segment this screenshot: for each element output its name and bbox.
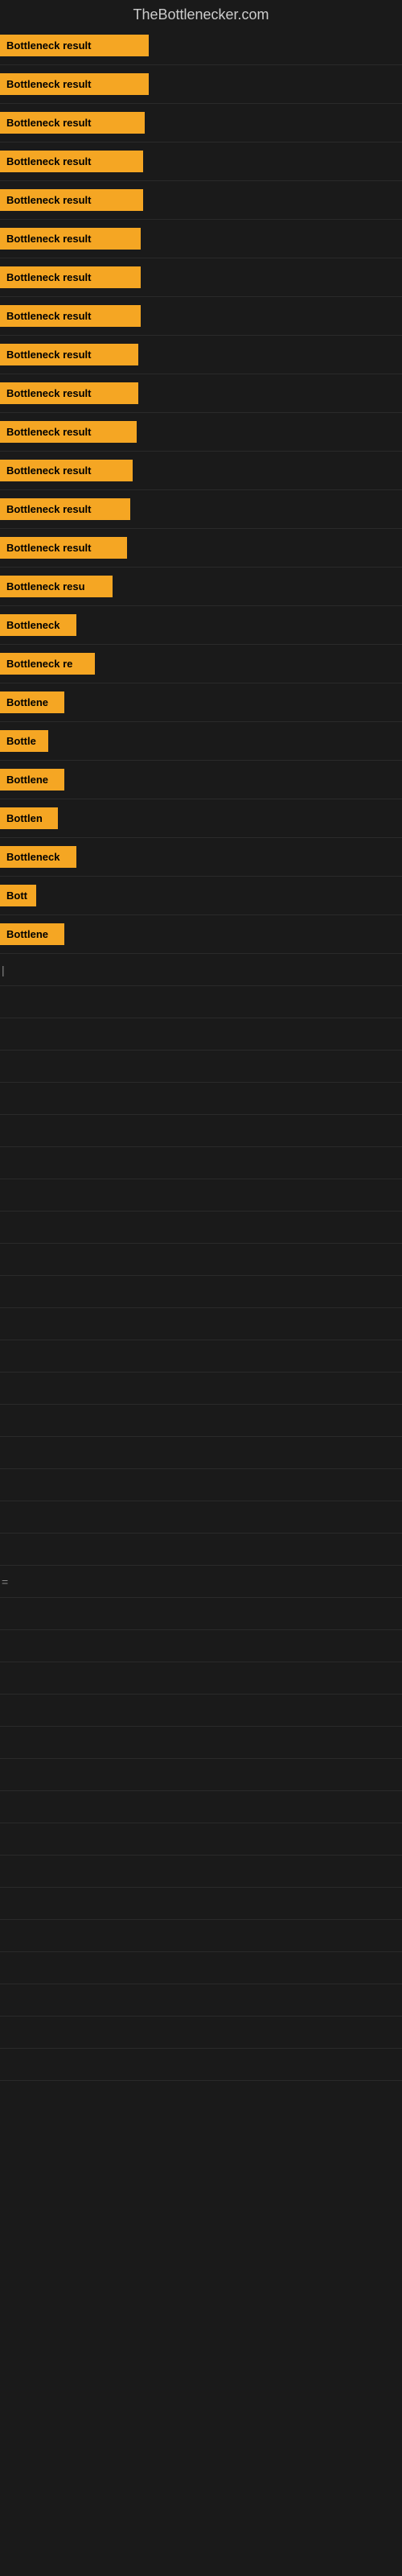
bottleneck-label-15: Bottleneck resu xyxy=(0,576,113,597)
bottleneck-label-22: Bottleneck xyxy=(0,846,76,868)
empty-row-b-6 xyxy=(0,1791,402,1823)
empty-row-7 xyxy=(0,1212,402,1244)
bottleneck-row-2: Bottleneck result xyxy=(0,65,402,104)
empty-row-b-0 xyxy=(0,1598,402,1630)
bottleneck-row-5: Bottleneck result xyxy=(0,181,402,220)
bottleneck-row-6: Bottleneck result xyxy=(0,220,402,258)
bottleneck-label-5: Bottleneck result xyxy=(0,189,143,211)
bottleneck-label-4: Bottleneck result xyxy=(0,151,143,172)
empty-row-2 xyxy=(0,1051,402,1083)
marker-row-2: = xyxy=(0,1566,402,1598)
bottleneck-label-2: Bottleneck result xyxy=(0,73,149,95)
empty-row-b-3 xyxy=(0,1695,402,1727)
empty-row-b-13 xyxy=(0,2017,402,2049)
bottleneck-label-6: Bottleneck result xyxy=(0,228,141,250)
empty-row-17 xyxy=(0,1534,402,1566)
empty-row-b-1 xyxy=(0,1630,402,1662)
bottleneck-label-3: Bottleneck result xyxy=(0,112,145,134)
bottleneck-row-23: Bott xyxy=(0,877,402,915)
bottleneck-row-11: Bottleneck result xyxy=(0,413,402,452)
bottleneck-row-3: Bottleneck result xyxy=(0,104,402,142)
empty-row-15 xyxy=(0,1469,402,1501)
bottleneck-row-10: Bottleneck result xyxy=(0,374,402,413)
bottleneck-label-11: Bottleneck result xyxy=(0,421,137,443)
bottleneck-row-22: Bottleneck xyxy=(0,838,402,877)
bottleneck-row-18: Bottlene xyxy=(0,683,402,722)
empty-row-b-11 xyxy=(0,1952,402,1984)
bottleneck-label-9: Bottleneck result xyxy=(0,344,138,365)
bottleneck-label-23: Bott xyxy=(0,885,36,906)
bottleneck-row-20: Bottlene xyxy=(0,761,402,799)
bottleneck-row-13: Bottleneck result xyxy=(0,490,402,529)
bottleneck-row-8: Bottleneck result xyxy=(0,297,402,336)
empty-row-10 xyxy=(0,1308,402,1340)
empty-row-1 xyxy=(0,1018,402,1051)
bottleneck-row-17: Bottleneck re xyxy=(0,645,402,683)
empty-row-9 xyxy=(0,1276,402,1308)
bottleneck-label-21: Bottlen xyxy=(0,807,58,829)
empty-row-b-12 xyxy=(0,1984,402,2017)
empty-row-8 xyxy=(0,1244,402,1276)
empty-row-b-5 xyxy=(0,1759,402,1791)
empty-row-b-9 xyxy=(0,1888,402,1920)
bottleneck-label-17: Bottleneck re xyxy=(0,653,95,675)
empty-row-16 xyxy=(0,1501,402,1534)
bottleneck-label-12: Bottleneck result xyxy=(0,460,133,481)
bottleneck-label-7: Bottleneck result xyxy=(0,266,141,288)
bottleneck-label-1: Bottleneck result xyxy=(0,35,149,56)
page-wrapper: TheBottlenecker.com Bottleneck result Bot… xyxy=(0,0,402,2576)
bottleneck-row-16: Bottleneck xyxy=(0,606,402,645)
empty-row-6 xyxy=(0,1179,402,1212)
empty-row-b-2 xyxy=(0,1662,402,1695)
bottleneck-label-20: Bottlene xyxy=(0,769,64,791)
empty-row-b-8 xyxy=(0,1856,402,1888)
bottleneck-label-10: Bottleneck result xyxy=(0,382,138,404)
empty-row-b-7 xyxy=(0,1823,402,1856)
empty-row-3 xyxy=(0,1083,402,1115)
bottleneck-label-19: Bottle xyxy=(0,730,48,752)
empty-row-0 xyxy=(0,986,402,1018)
empty-row-b-4 xyxy=(0,1727,402,1759)
bottleneck-label-16: Bottleneck xyxy=(0,614,76,636)
bottleneck-label-24: Bottlene xyxy=(0,923,64,945)
bottleneck-row-14: Bottleneck result xyxy=(0,529,402,568)
empty-row-11 xyxy=(0,1340,402,1373)
bottleneck-row-7: Bottleneck result xyxy=(0,258,402,297)
bottleneck-label-8: Bottleneck result xyxy=(0,305,141,327)
bottleneck-label-13: Bottleneck result xyxy=(0,498,130,520)
bottleneck-row-15: Bottleneck resu xyxy=(0,568,402,606)
bottleneck-row-9: Bottleneck result xyxy=(0,336,402,374)
bottleneck-label-18: Bottlene xyxy=(0,691,64,713)
empty-row-12 xyxy=(0,1373,402,1405)
bottleneck-row-4: Bottleneck result xyxy=(0,142,402,181)
empty-row-5 xyxy=(0,1147,402,1179)
empty-row-b-14 xyxy=(0,2049,402,2081)
bottleneck-row-24: Bottlene xyxy=(0,915,402,954)
empty-row-14 xyxy=(0,1437,402,1469)
bottleneck-row-21: Bottlen xyxy=(0,799,402,838)
bottleneck-row-1: Bottleneck result xyxy=(0,27,402,65)
empty-row-4 xyxy=(0,1115,402,1147)
empty-row-b-10 xyxy=(0,1920,402,1952)
site-title: TheBottlenecker.com xyxy=(0,0,402,27)
bottleneck-row-19: Bottle xyxy=(0,722,402,761)
bottleneck-row-12: Bottleneck result xyxy=(0,452,402,490)
marker-row-1: | xyxy=(0,954,402,986)
empty-row-13 xyxy=(0,1405,402,1437)
bottleneck-label-14: Bottleneck result xyxy=(0,537,127,559)
